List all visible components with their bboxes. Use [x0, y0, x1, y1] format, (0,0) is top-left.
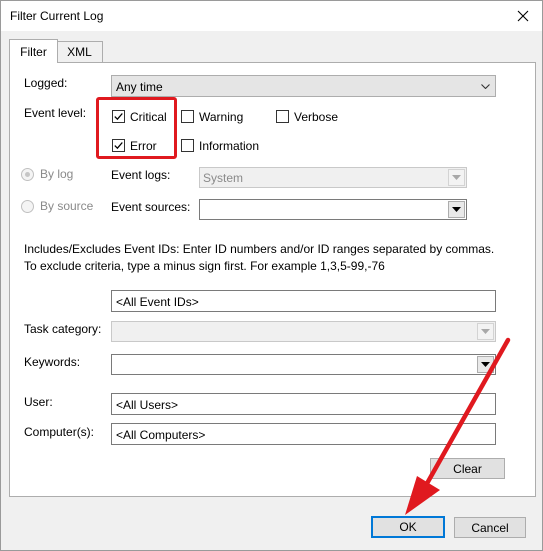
- logged-label: Logged:: [24, 76, 68, 90]
- filter-panel: Logged: Any time Event level: Critical W…: [9, 62, 536, 497]
- keywords-select[interactable]: [111, 354, 496, 375]
- by-source-label: By source: [40, 199, 94, 213]
- by-log-label: By log: [40, 167, 74, 181]
- logged-value: Any time: [116, 80, 163, 94]
- chevron-down-icon: [477, 323, 494, 340]
- task-category-label: Task category:: [24, 322, 102, 336]
- tab-xml[interactable]: XML: [56, 41, 103, 62]
- event-sources-label: Event sources:: [111, 200, 191, 214]
- close-button[interactable]: [510, 4, 536, 28]
- clear-button[interactable]: Clear: [430, 458, 505, 479]
- keywords-label: Keywords:: [24, 355, 81, 369]
- computer-value: <All Computers>: [116, 428, 206, 442]
- filter-dialog: Filter Current Log Filter XML Logged: An…: [0, 0, 543, 551]
- user-input[interactable]: <All Users>: [111, 393, 496, 415]
- annotation-highlight-box: [96, 97, 177, 159]
- computer-input[interactable]: <All Computers>: [111, 423, 496, 445]
- close-icon: [517, 10, 529, 22]
- title-bar: Filter Current Log: [1, 1, 542, 31]
- user-label: User:: [24, 395, 53, 409]
- event-level-label: Event level:: [24, 106, 87, 120]
- computer-label: Computer(s):: [24, 425, 95, 439]
- verbose-label: Verbose: [294, 110, 339, 124]
- warning-label: Warning: [199, 110, 244, 124]
- event-logs-value: System: [203, 171, 244, 185]
- verbose-checkbox[interactable]: [276, 110, 289, 123]
- information-checkbox[interactable]: [181, 139, 194, 152]
- event-logs-label: Event logs:: [111, 168, 171, 182]
- ok-button[interactable]: OK: [371, 516, 445, 538]
- chevron-down-icon: [477, 356, 494, 373]
- information-label: Information: [199, 139, 260, 153]
- by-source-radio[interactable]: [21, 200, 34, 213]
- cancel-button[interactable]: Cancel: [454, 517, 526, 538]
- logged-select[interactable]: Any time: [111, 75, 496, 97]
- chevron-down-icon: [448, 201, 465, 218]
- chevron-down-icon: [448, 169, 465, 186]
- event-sources-select[interactable]: [199, 199, 467, 220]
- tab-filter[interactable]: Filter: [9, 39, 58, 63]
- event-ids-input[interactable]: <All Event IDs>: [111, 290, 496, 312]
- by-log-radio[interactable]: [21, 168, 34, 181]
- event-id-instructions: Includes/Excludes Event IDs: Enter ID nu…: [24, 242, 495, 273]
- event-logs-select[interactable]: System: [199, 167, 467, 188]
- task-category-select[interactable]: [111, 321, 496, 342]
- event-ids-value: <All Event IDs>: [116, 295, 199, 309]
- window-title: Filter Current Log: [10, 9, 104, 23]
- user-value: <All Users>: [116, 398, 179, 412]
- chevron-down-icon: [478, 78, 493, 94]
- warning-checkbox[interactable]: [181, 110, 194, 123]
